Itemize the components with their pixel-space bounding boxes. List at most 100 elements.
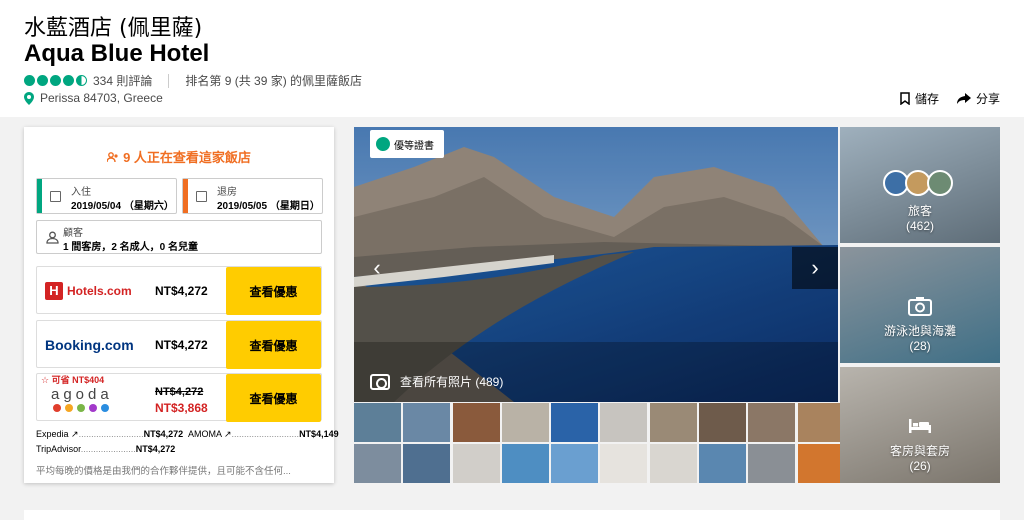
save-label: 儲存 — [914, 92, 939, 106]
thumbnail[interactable] — [501, 444, 549, 483]
location-pin-icon — [24, 91, 34, 105]
checkout-value: 2019/05/05 （星期日） — [217, 201, 320, 212]
offer-price: NT$4,272 — [155, 338, 208, 352]
thumbnail[interactable] — [699, 444, 747, 483]
thumbnail[interactable] — [600, 403, 648, 442]
view-all-photos-label: 查看所有照片 (489) — [400, 375, 504, 389]
thumbnail[interactable] — [600, 444, 648, 483]
thumbnail[interactable] — [403, 403, 451, 442]
booking-panel: 9 人正在查看這家飯店 入住 2019/05/04 （星期六） 退房 2019/… — [24, 127, 339, 483]
tile-count: (26) — [909, 459, 931, 473]
prev-photo-button[interactable]: ‹ — [354, 247, 400, 289]
review-count-link[interactable]: 334 則評論 — [93, 72, 152, 89]
thumbnail[interactable] — [797, 444, 845, 483]
calendar-icon — [196, 191, 207, 202]
thumbnail[interactable] — [699, 403, 747, 442]
other-offer-expedia[interactable]: Expedia ↗..........................NT$4,… — [36, 429, 183, 440]
category-tile-pool-beach[interactable]: 游泳池與海灘 (28) — [840, 247, 1000, 363]
tile-label: 游泳池與海灘 — [883, 324, 956, 338]
savings-tag: ☆ 可省 NT$404 — [41, 375, 105, 385]
view-deal-button[interactable]: 查看優惠 — [226, 374, 321, 422]
tile-count: (462) — [905, 219, 934, 233]
excellence-badge: 優等證書 — [370, 130, 444, 158]
calendar-icon — [50, 191, 61, 202]
thumbnail[interactable] — [403, 444, 451, 483]
thumbnail[interactable] — [501, 403, 549, 442]
people-icon — [106, 152, 118, 163]
rating-half-bubble-icon — [76, 75, 87, 86]
category-tile-travelers[interactable]: 旅客 (462) — [840, 127, 1000, 243]
share-button[interactable]: 分享 — [956, 90, 1000, 107]
thumbnail[interactable] — [649, 444, 697, 483]
hotel-title-english: Aqua Blue Hotel — [24, 40, 210, 67]
next-section-edge — [24, 510, 1000, 520]
bed-icon — [909, 419, 931, 433]
header-actions: 儲存 分享 — [900, 90, 1000, 107]
next-photo-button[interactable]: › — [792, 247, 838, 289]
certificate-icon — [376, 137, 390, 151]
guests-value: 1 間客房，2 名成人，0 名兒童 — [63, 242, 199, 253]
agoda-logo: agoda — [51, 386, 113, 403]
other-offer-tripadvisor[interactable]: TripAdvisor......................NT$4,27… — [36, 444, 175, 454]
save-button[interactable]: 儲存 — [900, 90, 939, 107]
camera-icon — [908, 297, 932, 316]
rating-bubbles — [24, 75, 87, 86]
offer-booking-com: Booking.com NT$4,272 查看優惠 — [36, 320, 322, 369]
rating-bubble-icon — [50, 75, 61, 86]
rating-bubble-icon — [24, 75, 35, 86]
thumbnail[interactable] — [748, 403, 796, 442]
thumbnail[interactable] — [452, 403, 500, 442]
thumbnail[interactable] — [551, 403, 599, 442]
offer-agoda: ☆ 可省 NT$404 agoda NT$4,272 NT$3,868 查看優惠 — [36, 373, 322, 422]
checkout-label: 退房 — [217, 187, 237, 198]
thumbnail[interactable] — [452, 444, 500, 483]
divider — [168, 73, 170, 88]
avatar — [927, 170, 953, 196]
checkin-label: 入住 — [71, 187, 91, 198]
guests-label: 顧客 — [63, 228, 83, 239]
view-deal-button[interactable]: 查看優惠 — [226, 267, 321, 315]
offer-price: NT$4,272 — [155, 284, 208, 298]
original-price: NT$4,272 — [155, 386, 204, 398]
camera-icon — [370, 373, 390, 390]
share-label: 分享 — [975, 92, 1000, 106]
thumbnail[interactable] — [354, 403, 401, 442]
rating-row: 334 則評論 排名第 9 (共 39 家) 的佩里薩飯店 — [24, 72, 362, 89]
other-offer-amoma[interactable]: AMOMA ↗...........................NT$4,1… — [188, 429, 339, 440]
photo-categories: 旅客 (462) 游泳池與海灘 (28) 客房與套房 (26) — [840, 127, 1000, 483]
beach-scene-image — [354, 127, 838, 402]
viewers-text: 9 人正在查看這家飯店 — [123, 150, 251, 165]
category-tile-rooms[interactable]: 客房與套房 (26) — [840, 367, 1000, 483]
hotel-title-chinese: 水藍酒店 (佩里薩) — [24, 16, 203, 41]
person-icon — [46, 231, 59, 244]
checkout-field[interactable]: 退房 2019/05/05 （星期日） — [182, 178, 323, 214]
bookmark-icon — [900, 92, 910, 105]
thumbnail[interactable] — [551, 444, 599, 483]
booking-com-logo: Booking.com — [45, 337, 134, 353]
view-deal-button[interactable]: 查看優惠 — [226, 321, 321, 369]
hotels-com-logo: H Hotels.com — [45, 282, 132, 300]
rating-bubble-icon — [63, 75, 74, 86]
guests-field[interactable]: 顧客 1 間客房，2 名成人，0 名兒童 — [36, 220, 322, 254]
view-all-photos-link[interactable]: 查看所有照片 (489) — [370, 373, 503, 390]
tile-label: 旅客 — [907, 204, 932, 218]
thumbnail[interactable] — [354, 444, 401, 483]
ranking-link[interactable]: 排名第 9 (共 39 家) 的佩里薩飯店 — [185, 72, 362, 89]
traveler-avatars — [883, 170, 953, 196]
checkin-indicator — [37, 179, 42, 213]
share-arrow-icon — [956, 92, 971, 104]
checkin-field[interactable]: 入住 2019/05/04 （星期六） — [36, 178, 177, 214]
thumbnail[interactable] — [797, 403, 845, 442]
thumbnail[interactable] — [649, 403, 697, 442]
checkout-indicator — [183, 179, 188, 213]
viewers-notice: 9 人正在查看這家飯店 — [24, 147, 334, 166]
tile-label: 客房與套房 — [889, 444, 950, 458]
tile-count: (28) — [909, 339, 931, 353]
address-link[interactable]: Perissa 84703, Greece — [40, 91, 163, 105]
main-photo[interactable]: 優等證書 ‹ › 查看所有照片 (489) — [354, 127, 838, 402]
photo-gallery: 優等證書 ‹ › 查看所有照片 (489) — [354, 127, 845, 483]
hotel-header: 水藍酒店 (佩里薩) Aqua Blue Hotel 334 則評論 排名第 9… — [0, 0, 1024, 117]
offer-hotels-com: H Hotels.com NT$4,272 查看優惠 — [36, 266, 322, 315]
thumbnail[interactable] — [748, 444, 796, 483]
address-row: Perissa 84703, Greece — [24, 91, 163, 105]
